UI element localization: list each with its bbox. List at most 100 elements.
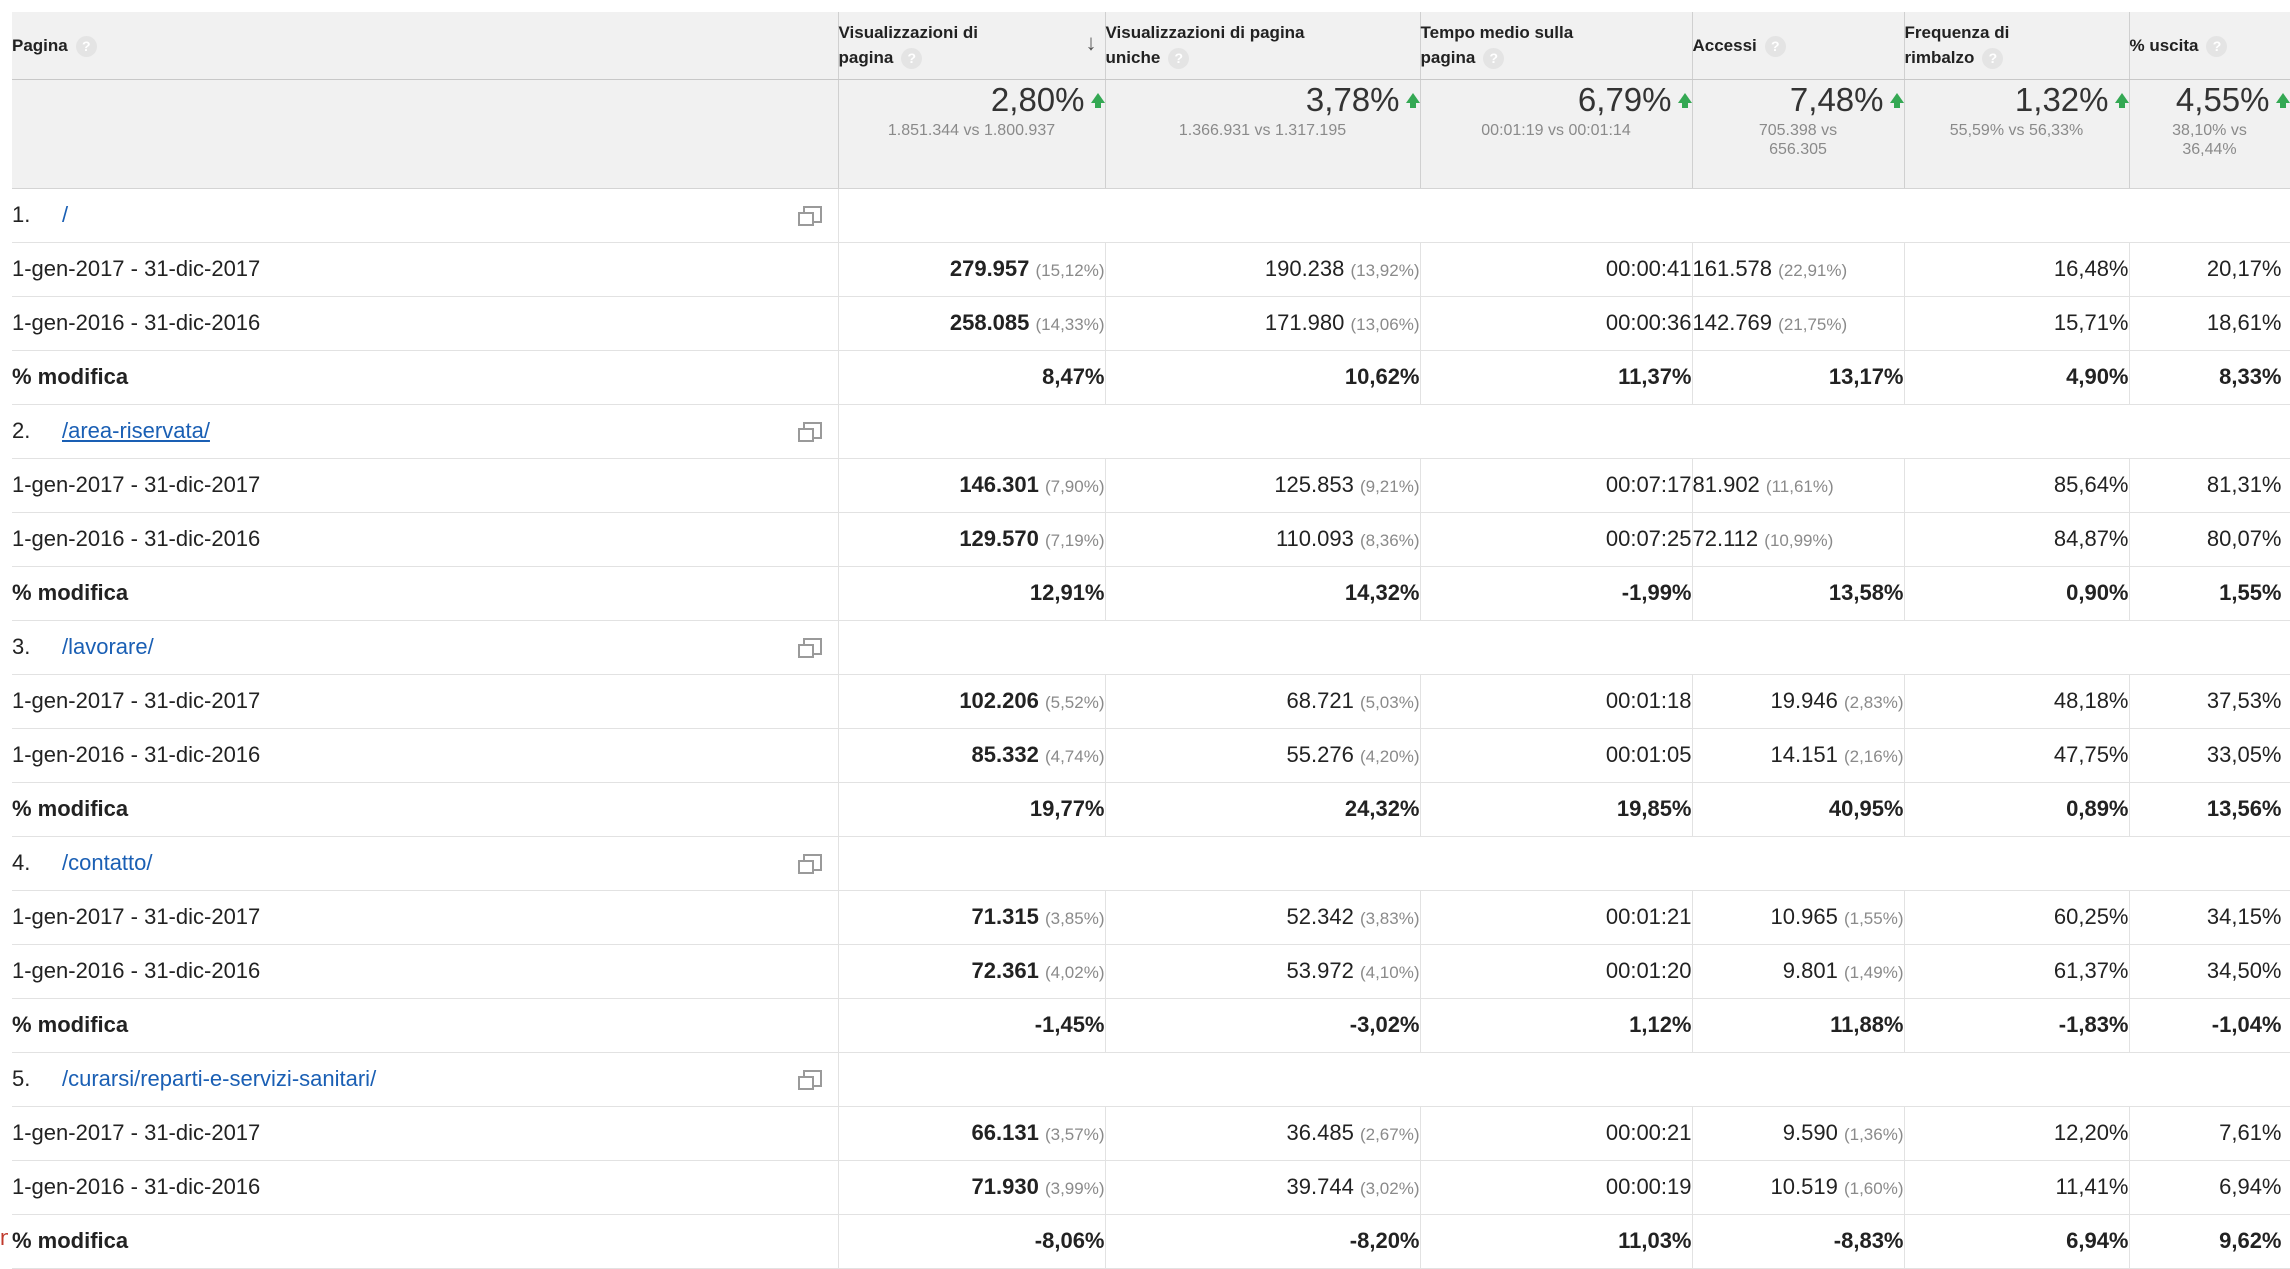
page-link[interactable]: /curarsi/reparti-e-servizi-sanitari/	[62, 1066, 376, 1091]
help-icon[interactable]: ?	[1982, 48, 2004, 70]
pageviews-cell: 71.930 (3,99%)	[838, 1160, 1106, 1215]
header-row: Pagina? Visualizzazioni di pagina? ↓ Vis…	[12, 12, 2290, 80]
table-row-change: % modifica 12,91% 14,32% -1,99% 13,58% 0…	[12, 566, 2290, 621]
unique-pageviews-value: 53.972	[1286, 958, 1354, 983]
unique-pageviews-cell: 171.980 (13,06%)	[1105, 296, 1421, 351]
column-header-pageviews[interactable]: Visualizzazioni di pagina? ↓	[838, 12, 1106, 80]
column-header-avg-time[interactable]: Tempo medio sulla pagina?	[1420, 12, 1693, 80]
column-header-entrances[interactable]: Accessi?	[1692, 12, 1905, 80]
unique-pageviews-value: 171.980	[1264, 310, 1345, 335]
date-range-label: 1-gen-2017 - 31-dic-2017	[12, 458, 839, 513]
unique-pageviews-cell: 53.972 (4,10%)	[1105, 944, 1421, 999]
help-icon[interactable]: ?	[1483, 48, 1505, 70]
pageviews-cell: 279.957 (15,12%)	[838, 242, 1106, 297]
help-icon[interactable]: ?	[1764, 35, 1786, 57]
pageviews-share: (4,74%)	[1044, 747, 1105, 766]
table-row-change: % modifica -1,45% -3,02% 1,12% 11,88% -1…	[12, 998, 2290, 1053]
page-cell: 2. /area-riservata/	[12, 404, 839, 459]
entrances-value: 72.112	[1692, 526, 1759, 551]
summary-value: 7,48%	[1789, 80, 1884, 118]
page-link[interactable]: /contatto/	[62, 850, 153, 875]
pageviews-value: 129.570	[959, 526, 1039, 551]
row-number: 4.	[12, 850, 31, 875]
summary-comparison: 00:01:19 vs 00:01:14	[1481, 121, 1631, 139]
column-header-unique-pageviews[interactable]: Visualizzazioni di pagina uniche?	[1105, 12, 1421, 80]
row-number: 1.	[12, 202, 31, 227]
entrances-cell: 19.946 (2,83%)	[1692, 674, 1905, 729]
summary-bounce-rate: 1,32% 55,59% vs 56,33%	[1904, 79, 2130, 189]
pageviews-share: (3,85%)	[1044, 909, 1105, 928]
entrances-share: (1,60%)	[1843, 1179, 1904, 1198]
unique-pageviews-cell: 55.276 (4,20%)	[1105, 728, 1421, 783]
bounce-rate-cell: 61,37%	[1904, 944, 2130, 999]
avg-time-cell: 00:00:21	[1420, 1106, 1693, 1161]
empty-cell	[838, 620, 2290, 675]
pageviews-change: 12,91%	[838, 566, 1106, 621]
summary-row: 2,80% 1.851.344 vs 1.800.937 3,78% 1.366…	[12, 79, 2290, 189]
empty-cell	[838, 836, 2290, 891]
help-icon[interactable]: ?	[901, 48, 923, 70]
column-header-label: Pagina	[12, 35, 68, 55]
entrances-cell: 161.578 (22,91%)	[1692, 242, 1905, 297]
help-icon[interactable]: ?	[1168, 48, 1190, 70]
column-header-label: Visualizzazioni di pagina	[1105, 23, 1305, 43]
open-page-icon[interactable]	[797, 853, 822, 874]
exit-cell: 7,61%	[2129, 1106, 2290, 1161]
help-icon[interactable]: ?	[75, 35, 97, 57]
pageviews-share: (15,12%)	[1035, 261, 1105, 280]
table-row-change: % modifica 19,77% 24,32% 19,85% 40,95% 0…	[12, 782, 2290, 837]
summary-comparison: 705.398 vs	[1758, 121, 1838, 139]
exit-cell: 34,50%	[2129, 944, 2290, 999]
unique-pageviews-cell: 39.744 (3,02%)	[1105, 1160, 1421, 1215]
column-header-page[interactable]: Pagina?	[12, 12, 839, 80]
column-header-exit[interactable]: % uscita?	[2129, 12, 2290, 80]
column-header-bounce-rate[interactable]: Frequenza di rimbalzo?	[1904, 12, 2130, 80]
sort-descending-icon[interactable]: ↓	[1086, 30, 1097, 55]
avg-time-cell: 00:01:18	[1420, 674, 1693, 729]
date-range-label: 1-gen-2016 - 31-dic-2016	[12, 296, 839, 351]
unique-pageviews-cell: 190.238 (13,92%)	[1105, 242, 1421, 297]
summary-empty-cell	[12, 79, 839, 189]
pageviews-share: (3,99%)	[1044, 1179, 1105, 1198]
table-row: 1-gen-2017 - 31-dic-2017 279.957 (15,12%…	[12, 242, 2290, 297]
entrances-cell: 9.801 (1,49%)	[1692, 944, 1905, 999]
summary-comparison: 656.305	[1769, 140, 1827, 158]
unique-pageviews-cell: 110.093 (8,36%)	[1105, 512, 1421, 567]
up-arrow-icon	[2275, 92, 2290, 108]
up-arrow-icon	[1405, 92, 1420, 108]
change-label: % modifica	[12, 566, 839, 621]
up-arrow-icon	[1889, 92, 1904, 108]
pageviews-change: -8,06%	[838, 1214, 1106, 1269]
bounce-rate-change: 6,94%	[1904, 1214, 2130, 1269]
page-link[interactable]: /	[62, 202, 68, 227]
unique-pageviews-change: 14,32%	[1105, 566, 1421, 621]
column-header-label: pagina	[838, 48, 894, 68]
open-page-icon[interactable]	[797, 421, 822, 442]
entrances-value: 10.965	[1770, 904, 1838, 929]
pageviews-value: 66.131	[971, 1120, 1039, 1145]
unique-pageviews-cell: 68.721 (5,03%)	[1105, 674, 1421, 729]
open-page-icon[interactable]	[797, 205, 822, 226]
exit-change: -1,04%	[2129, 998, 2290, 1053]
entrances-change: 40,95%	[1692, 782, 1905, 837]
column-header-label: Tempo medio sulla	[1420, 23, 1574, 43]
table-row-page: 5. /curarsi/reparti-e-servizi-sanitari/	[12, 1052, 2290, 1107]
exit-change: 8,33%	[2129, 350, 2290, 405]
bounce-rate-cell: 12,20%	[1904, 1106, 2130, 1161]
date-range-label: 1-gen-2016 - 31-dic-2016	[12, 1160, 839, 1215]
page-link[interactable]: /lavorare/	[62, 634, 154, 659]
unique-pageviews-value: 55.276	[1286, 742, 1354, 767]
help-icon[interactable]: ?	[2206, 35, 2228, 57]
open-page-icon[interactable]	[797, 1069, 822, 1090]
unique-pageviews-cell: 52.342 (3,83%)	[1105, 890, 1421, 945]
entrances-cell: 10.965 (1,55%)	[1692, 890, 1905, 945]
page-cell: 3. /lavorare/	[12, 620, 839, 675]
page-link[interactable]: /area-riservata/	[62, 418, 210, 443]
summary-avg-time: 6,79% 00:01:19 vs 00:01:14	[1420, 79, 1693, 189]
up-arrow-icon	[1090, 92, 1105, 108]
change-label: % modifica	[12, 782, 839, 837]
entrances-share: (10,99%)	[1764, 531, 1834, 550]
open-page-icon[interactable]	[797, 637, 822, 658]
date-range-label: 1-gen-2016 - 31-dic-2016	[12, 944, 839, 999]
unique-pageviews-value: 125.853	[1274, 472, 1354, 497]
